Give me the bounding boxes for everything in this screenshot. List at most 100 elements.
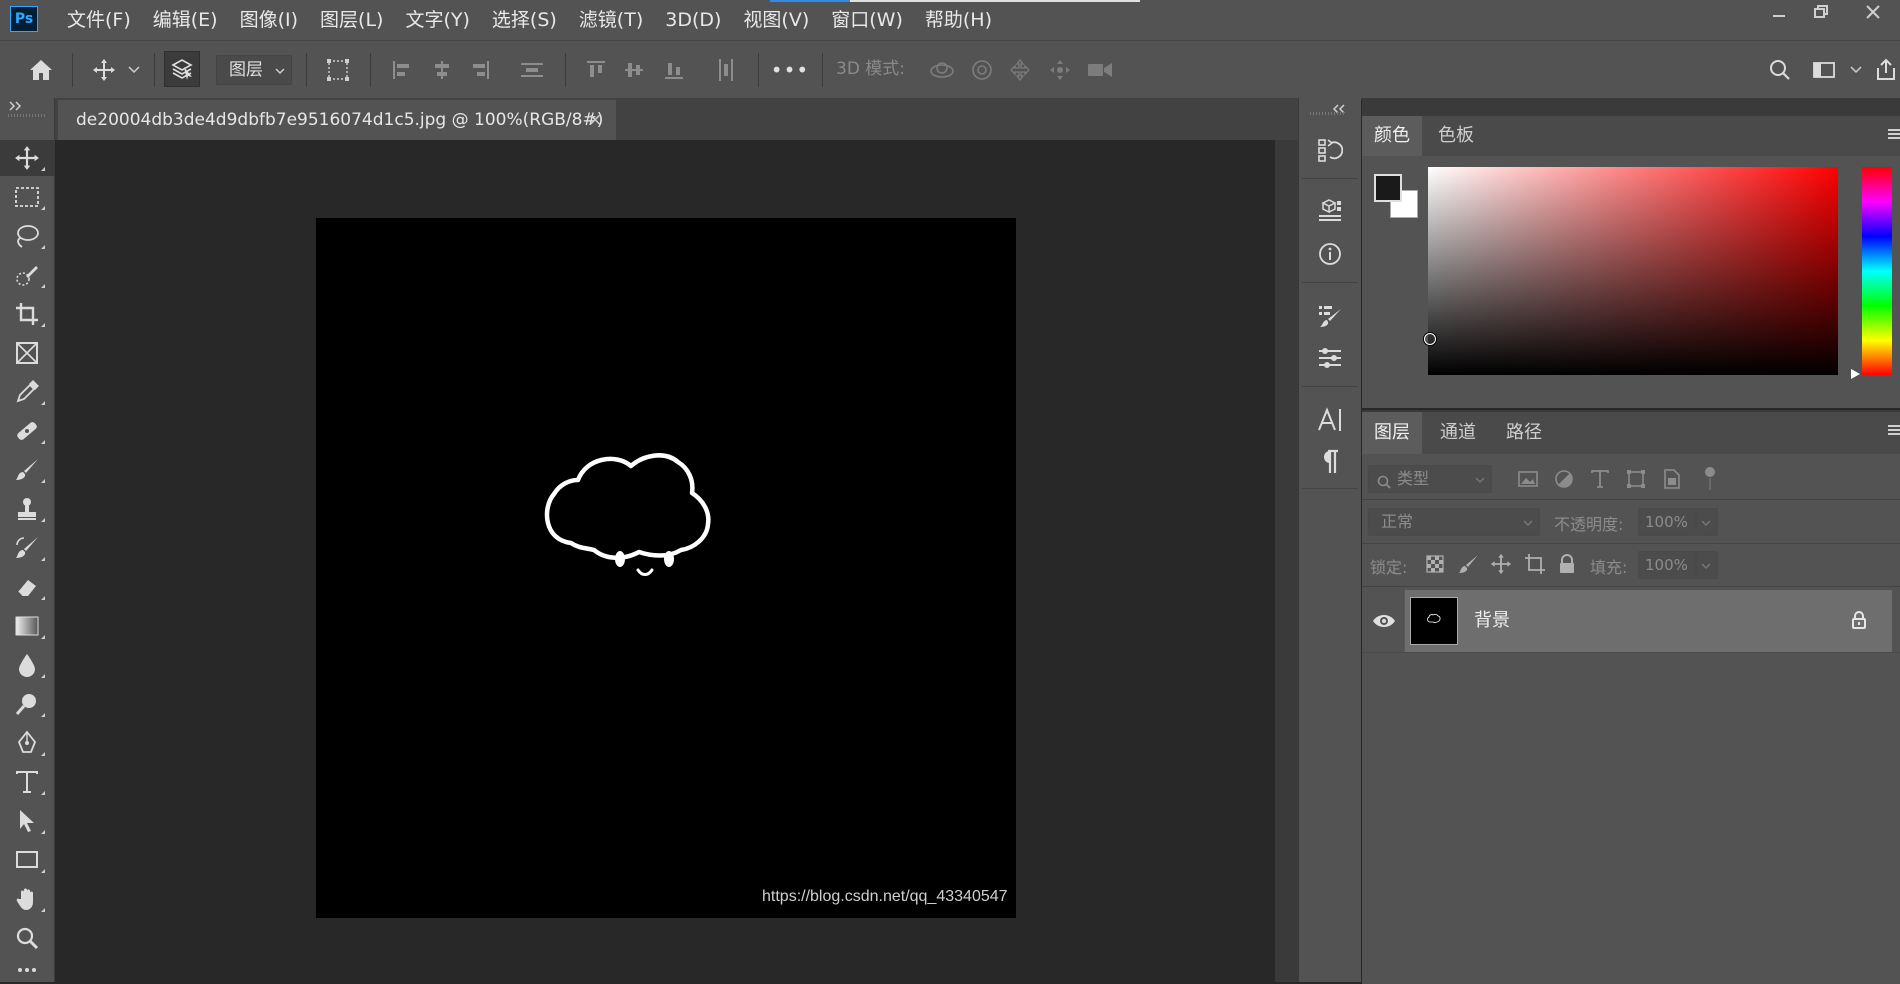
filter-type-icon[interactable]	[1588, 467, 1612, 495]
workspace-dropdown-icon[interactable]	[1844, 41, 1868, 98]
tab-color[interactable]: 颜色	[1362, 116, 1422, 156]
quick-selection-icon[interactable]	[0, 257, 54, 293]
menu-layer[interactable]: 图层(L)	[309, 0, 394, 40]
distribute-horizontal-icon[interactable]	[708, 41, 744, 98]
menu-image[interactable]: 图像(I)	[229, 0, 309, 40]
menu-type[interactable]: 文字(Y)	[394, 0, 480, 40]
move-tool-icon[interactable]	[84, 41, 124, 98]
tab-swatches[interactable]: 色板	[1426, 116, 1486, 156]
share-icon[interactable]	[1872, 41, 1900, 98]
color-picker-marker[interactable]	[1424, 333, 1436, 345]
menu-window[interactable]: 窗口(W)	[820, 0, 914, 40]
filter-smart-object-icon[interactable]	[1660, 467, 1684, 495]
filter-toggle-icon[interactable]	[1704, 466, 1716, 496]
rectangle-icon[interactable]	[0, 842, 54, 878]
move-tool-icon[interactable]	[0, 140, 54, 176]
align-horizontal-center-icon[interactable]	[424, 41, 460, 98]
layer-thumbnail[interactable]	[1410, 597, 1458, 645]
brush-icon[interactable]	[0, 452, 54, 488]
opacity-input[interactable]: 100%	[1638, 508, 1696, 536]
paragraph-panel-icon[interactable]	[1300, 442, 1360, 482]
lock-image-pixels-icon[interactable]	[1458, 553, 1480, 579]
more-options-icon[interactable]: •••	[770, 41, 810, 98]
restore-icon[interactable]	[1800, 0, 1842, 30]
menu-filter[interactable]: 滤镜(T)	[568, 0, 654, 40]
panel-menu-icon[interactable]	[1888, 126, 1900, 145]
minimize-icon[interactable]	[1758, 0, 1800, 30]
path-selection-icon[interactable]	[0, 803, 54, 839]
menu-file[interactable]: 文件(F)	[56, 0, 142, 40]
history-panel-icon[interactable]	[1300, 130, 1360, 170]
3d-orbit-icon[interactable]	[924, 41, 960, 98]
brush-settings-icon[interactable]	[1300, 296, 1360, 336]
home-icon[interactable]	[16, 41, 66, 98]
auto-select-icon[interactable]	[164, 51, 200, 87]
lock-transparent-pixels-icon[interactable]	[1424, 553, 1446, 579]
document-image[interactable]	[316, 218, 1016, 918]
lock-position-icon[interactable]	[1490, 553, 1512, 579]
layer-filter-select[interactable]: 类型	[1368, 465, 1492, 493]
vertical-scrollbar[interactable]	[1275, 140, 1298, 982]
filter-adjustment-icon[interactable]	[1552, 467, 1576, 495]
panel-grip[interactable]	[8, 114, 46, 117]
align-vertical-center-icon[interactable]	[616, 41, 652, 98]
character-panel-icon[interactable]	[1300, 400, 1360, 440]
close-icon[interactable]: ×	[588, 100, 602, 140]
type-icon[interactable]	[0, 764, 54, 800]
adjustments-icon[interactable]	[1300, 338, 1360, 378]
panel-menu-icon[interactable]	[1888, 422, 1900, 441]
fill-input[interactable]: 100%	[1638, 551, 1696, 579]
menu-help[interactable]: 帮助(H)	[914, 0, 1003, 40]
layer-name[interactable]: 背景	[1474, 590, 1510, 652]
3d-camera-icon[interactable]	[1080, 41, 1120, 98]
lasso-icon[interactable]	[0, 218, 54, 254]
lock-icon[interactable]	[1850, 610, 1868, 634]
menu-view[interactable]: 视图(V)	[732, 0, 820, 40]
frame-icon[interactable]	[0, 335, 54, 371]
tab-paths[interactable]: 路径	[1494, 412, 1554, 454]
filter-shape-icon[interactable]	[1624, 467, 1648, 495]
document-tab[interactable]: de20004db3de4d9dbfb7e9516074d1c5.jpg @ 1…	[58, 100, 616, 140]
panel-grip[interactable]	[1310, 112, 1346, 115]
close-icon[interactable]	[1852, 0, 1894, 30]
eyedropper-icon[interactable]	[0, 374, 54, 410]
eye-icon[interactable]	[1372, 611, 1396, 635]
zoom-icon[interactable]	[0, 920, 54, 956]
hue-slider[interactable]	[1862, 167, 1892, 375]
auto-select-target-select[interactable]: 图层	[216, 55, 292, 85]
crop-icon[interactable]	[0, 296, 54, 332]
healing-brush-icon[interactable]	[0, 413, 54, 449]
eraser-icon[interactable]	[0, 569, 54, 605]
color-picker-field[interactable]	[1428, 167, 1838, 375]
3d-slide-icon[interactable]	[1042, 41, 1078, 98]
rectangular-marquee-icon[interactable]	[0, 179, 54, 215]
tool-preset-dropdown-icon[interactable]	[124, 41, 144, 98]
menu-select[interactable]: 选择(S)	[481, 0, 568, 40]
collapse-panels-icon[interactable]	[1332, 99, 1346, 118]
distribute-vertical-icon[interactable]	[514, 41, 550, 98]
blur-icon[interactable]	[0, 647, 54, 683]
workspace-icon[interactable]	[1806, 41, 1842, 98]
search-icon[interactable]	[1762, 41, 1798, 98]
tab-layers[interactable]: 图层	[1362, 412, 1422, 454]
edit-toolbar-icon[interactable]	[0, 958, 54, 982]
hue-slider-handle[interactable]	[1851, 369, 1860, 379]
blend-mode-select[interactable]: 正常	[1368, 508, 1540, 536]
clone-stamp-icon[interactable]	[0, 491, 54, 527]
3d-panel-icon[interactable]	[1300, 190, 1360, 230]
align-top-icon[interactable]	[578, 41, 614, 98]
align-bottom-icon[interactable]	[656, 41, 692, 98]
align-right-icon[interactable]	[462, 41, 498, 98]
menu-edit[interactable]: 编辑(E)	[142, 0, 229, 40]
align-left-icon[interactable]	[384, 41, 420, 98]
lock-artboard-icon[interactable]	[1524, 553, 1546, 579]
filter-pixel-icon[interactable]	[1516, 467, 1540, 495]
menu-3d[interactable]: 3D(D)	[654, 0, 732, 40]
history-brush-icon[interactable]	[0, 530, 54, 566]
lock-all-icon[interactable]	[1556, 553, 1578, 579]
dodge-icon[interactable]	[0, 686, 54, 722]
pen-icon[interactable]	[0, 725, 54, 761]
transform-controls-icon[interactable]	[318, 41, 358, 98]
fill-dropdown[interactable]	[1696, 551, 1718, 579]
tab-channels[interactable]: 通道	[1428, 412, 1488, 454]
